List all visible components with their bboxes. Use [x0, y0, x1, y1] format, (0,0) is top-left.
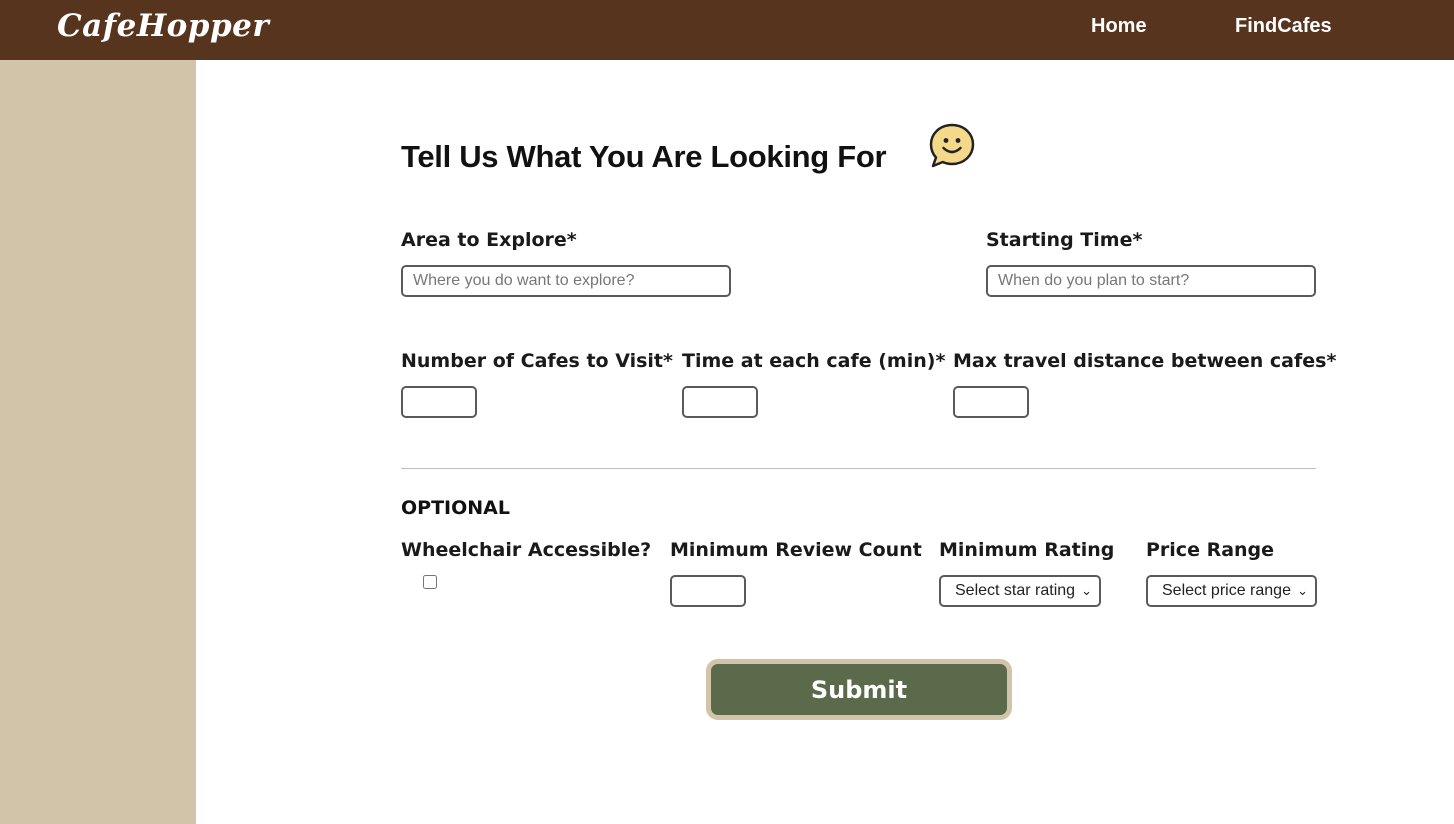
page-title: Tell Us What You Are Looking For [401, 139, 887, 174]
nav-link-findcafes[interactable]: FindCafes [1235, 15, 1332, 38]
time-each-label: Time at each cafe (min)* [682, 350, 946, 372]
wheelchair-checkbox[interactable] [423, 575, 437, 589]
min-rating-label: Minimum Rating [939, 539, 1115, 561]
smiley-chat-icon [929, 123, 975, 168]
start-time-label: Starting Time* [986, 229, 1143, 251]
num-cafes-input[interactable] [401, 386, 477, 418]
wheelchair-label: Wheelchair Accessible? [401, 539, 652, 561]
area-label: Area to Explore* [401, 229, 577, 251]
time-each-input[interactable] [682, 386, 758, 418]
num-cafes-label: Number of Cafes to Visit* [401, 350, 673, 372]
price-range-select[interactable]: Select price range ⌄ [1146, 575, 1317, 607]
min-rating-selected: Select star rating [955, 582, 1076, 599]
min-reviews-input[interactable] [670, 575, 746, 607]
optional-heading: OPTIONAL [401, 497, 510, 519]
sidebar [0, 60, 196, 824]
start-time-input[interactable] [986, 265, 1316, 297]
chevron-down-icon: ⌄ [1297, 583, 1308, 598]
chevron-down-icon: ⌄ [1081, 583, 1092, 598]
top-navbar: CafeHopper Home FindCafes [0, 0, 1454, 60]
area-input[interactable] [401, 265, 731, 297]
max-distance-input[interactable] [953, 386, 1029, 418]
price-range-selected: Select price range [1162, 582, 1291, 599]
submit-button[interactable]: Submit [706, 659, 1012, 720]
min-reviews-label: Minimum Review Count [670, 539, 922, 561]
logo[interactable]: CafeHopper [57, 8, 269, 44]
nav-link-home[interactable]: Home [1091, 15, 1147, 38]
max-distance-label: Max travel distance between cafes* [953, 350, 1337, 372]
price-range-label: Price Range [1146, 539, 1275, 561]
section-divider [401, 468, 1316, 469]
min-rating-select[interactable]: Select star rating ⌄ [939, 575, 1101, 607]
